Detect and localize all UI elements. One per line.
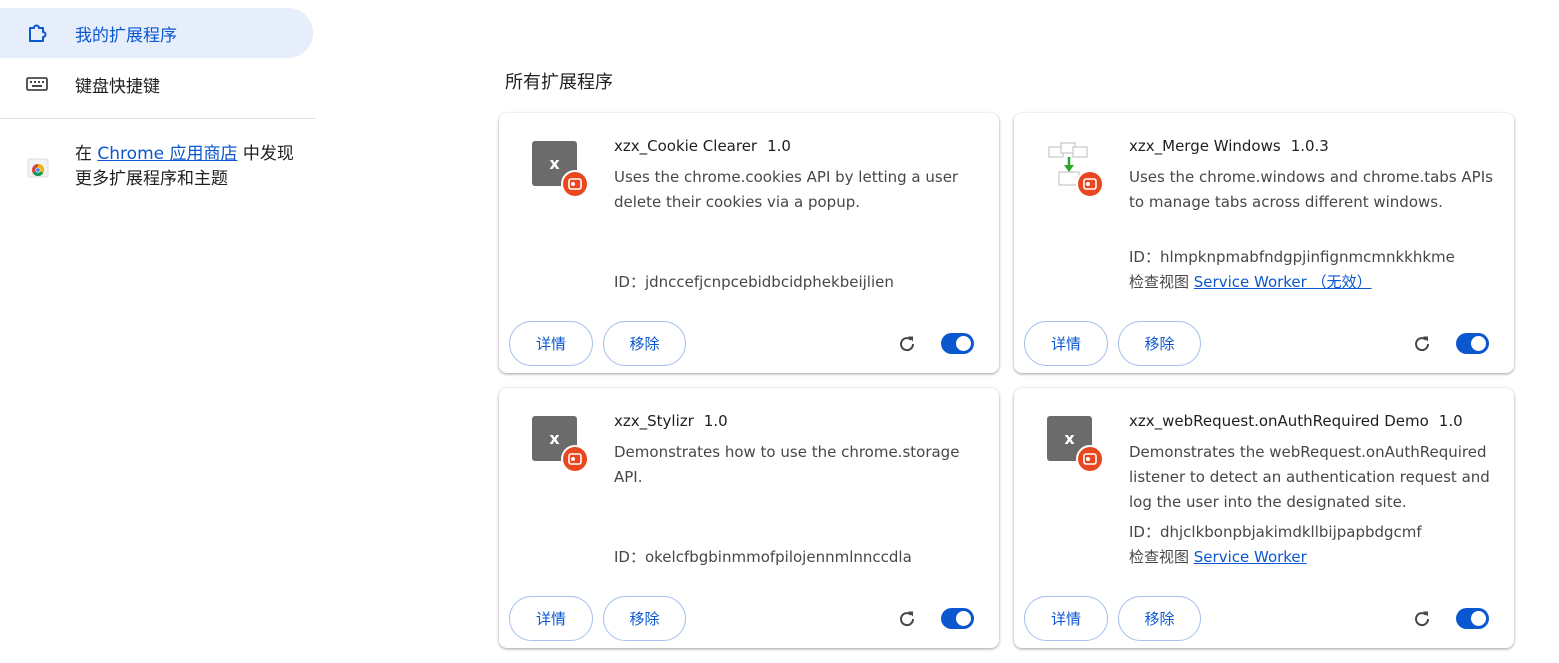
reload-icon[interactable] [1411,333,1433,355]
reload-icon[interactable] [1411,608,1433,630]
extension-version: 1.0 [767,137,791,155]
sidebar-item-label: 键盘快捷键 [75,76,160,97]
inspect-views-label: 检查视图 [1129,273,1194,291]
inspect-views-label: 检查视图 [1129,548,1194,566]
remove-button[interactable]: 移除 [603,321,686,366]
inspect-views: 检查视图 Service Worker （无效） [1129,271,1372,292]
extension-card: x xzx_Stylizr 1.0 Demonstrates how to use… [499,388,999,648]
extension-description: Demonstrates how to use the chrome.stora… [614,443,960,486]
details-button[interactable]: 详情 [1024,321,1108,366]
enable-toggle[interactable] [1456,333,1489,354]
chrome-web-store-link[interactable]: Chrome 应用商店 [97,144,237,164]
inspect-views: 检查视图 Service Worker [1129,546,1307,567]
enable-toggle[interactable] [1456,608,1489,629]
keyboard-icon [26,73,48,95]
puzzle-icon [26,22,48,44]
extension-card: x xzx_Cookie Clearer 1.0 Uses the chrome.… [499,113,999,373]
extension-version: 1.0 [1438,412,1463,430]
extension-name-row: xzx_Stylizr 1.0 [614,412,728,430]
remove-button[interactable]: 移除 [603,596,686,641]
details-button[interactable]: 详情 [509,596,593,641]
sidebar-divider [0,118,316,119]
service-worker-link[interactable]: Service Worker （无效） [1194,273,1372,291]
extension-name-row: xzx_Merge Windows 1.0.3 [1129,137,1329,155]
enable-toggle[interactable] [941,333,974,354]
remove-button[interactable]: 移除 [1118,321,1201,366]
details-button[interactable]: 详情 [509,321,593,366]
extension-version: 1.0.3 [1290,137,1329,155]
extension-name: xzx_Cookie Clearer [614,137,758,155]
unpacked-badge-icon [561,445,589,473]
service-worker-link[interactable]: Service Worker [1194,548,1307,566]
remove-button[interactable]: 移除 [1118,596,1201,641]
extension-name: xzx_webRequest.onAuthRequired Demo [1129,412,1429,430]
sidebar-item-label: 我的扩展程序 [75,25,177,46]
extension-id: ID：dhjclkbonpbjakimdkllbijpapbdgcmf [1129,523,1422,541]
web-store-promo: 在 Chrome 应用商店 中发现更多扩展程序和主题 [0,140,316,200]
promo-prefix: 在 [75,144,98,164]
toggle-knob [956,336,971,351]
reload-icon[interactable] [896,608,918,630]
extension-id: ID：okelcfbgbinmmofpilojennmlnnccdla [614,548,912,566]
extension-description: Uses the chrome.cookies API by letting a… [614,168,959,211]
unpacked-badge-icon [1076,445,1104,473]
extension-name: xzx_Merge Windows [1129,137,1281,155]
toggle-knob [1471,611,1486,626]
sidebar: 我的扩展程序 键盘快捷键 在 Chrome 应用商店 中发现更多扩展程序和主题 [0,0,316,663]
unpacked-badge-icon [1076,170,1104,198]
extension-version: 1.0 [703,412,728,430]
enable-toggle[interactable] [941,608,974,629]
web-store-promo-text: 在 Chrome 应用商店 中发现更多扩展程序和主题 [75,142,310,192]
unpacked-badge-icon [561,170,589,198]
extension-name-row: xzx_Cookie Clearer 1.0 [614,137,791,155]
toggle-knob [956,611,971,626]
extension-name-row: xzx_webRequest.onAuthRequired Demo 1.0 [1129,412,1463,430]
extension-description: Uses the chrome.windows and chrome.tabs … [1129,168,1493,211]
extension-name: xzx_Stylizr [614,412,694,430]
chrome-web-store-icon [27,156,49,178]
extension-card: xzx_Merge Windows 1.0.3 Uses the chrome.w… [1014,113,1514,373]
extension-description: Demonstrates the webRequest.onAuthRequir… [1129,443,1490,511]
toggle-knob [1471,336,1486,351]
sidebar-item-keyboard-shortcuts[interactable]: 键盘快捷键 [0,59,313,109]
reload-icon[interactable] [896,333,918,355]
extension-card: x xzx_webRequest.onAuthRequired Demo 1.0 … [1014,388,1514,648]
section-title: 所有扩展程序 [505,72,613,93]
extension-id: ID：hlmpknpmabfndgpjinfignmcmnkkhkme [1129,248,1455,266]
sidebar-item-my-extensions[interactable]: 我的扩展程序 [0,8,313,58]
details-button[interactable]: 详情 [1024,596,1108,641]
extension-id: ID：jdnccefjcnpcebidbcidphekbeijlien [614,273,894,291]
